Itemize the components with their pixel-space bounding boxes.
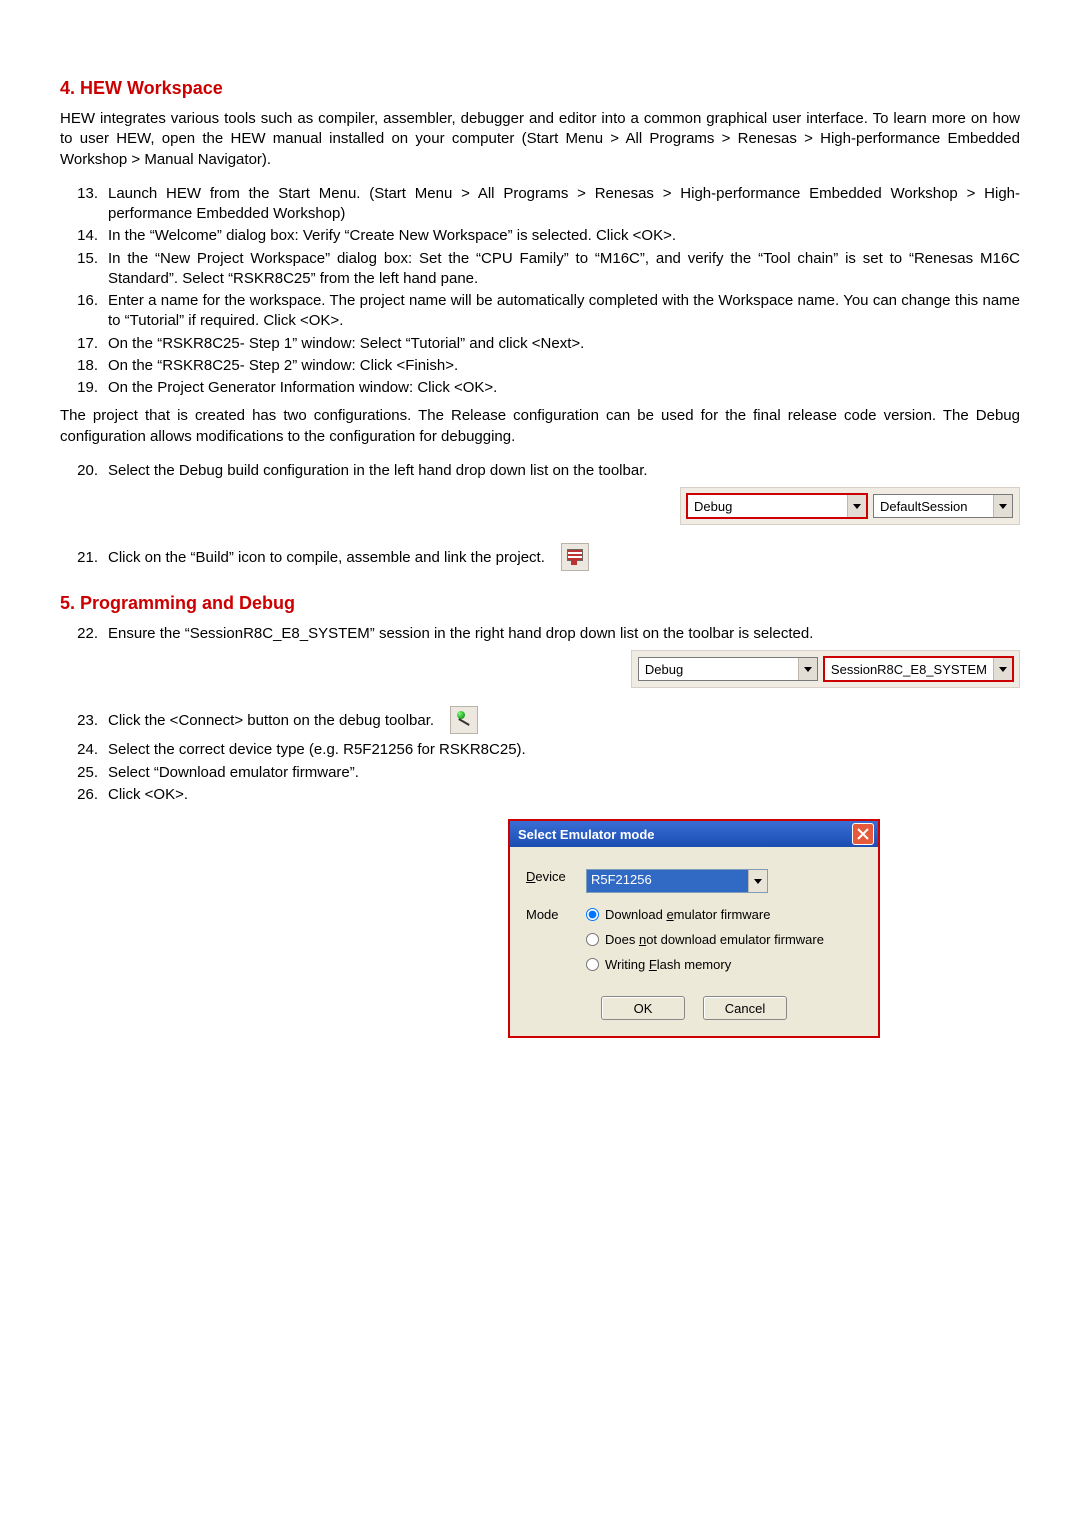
step-number: 16. — [60, 291, 108, 332]
section4-steps-list: 13.Launch HEW from the Start Menu. (Star… — [60, 184, 1020, 399]
radio-no-download[interactable] — [586, 933, 599, 946]
step-text: Click the <Connect> button on the debug … — [108, 712, 434, 729]
session-dropdown[interactable]: DefaultSession — [873, 494, 1013, 518]
step-number: 14. — [60, 226, 108, 246]
ok-button[interactable]: OK — [601, 996, 685, 1020]
list-item: 16.Enter a name for the workspace. The p… — [60, 291, 1020, 332]
device-label: Device — [526, 869, 586, 893]
session-dropdown[interactable]: SessionR8C_E8_SYSTEM — [824, 657, 1013, 681]
cancel-button[interactable]: Cancel — [703, 996, 787, 1020]
list-item: 13.Launch HEW from the Start Menu. (Star… — [60, 184, 1020, 225]
radio-download[interactable] — [586, 908, 599, 921]
section4-intro: HEW integrates various tools such as com… — [60, 109, 1020, 170]
step22-wrap: 22. Ensure the “SessionR8C_E8_SYSTEM” se… — [60, 624, 1020, 644]
step-text: Select “Download emulator firmware”. — [108, 763, 1020, 783]
step23: 23. Click the <Connect> button on the de… — [60, 712, 434, 729]
step-text: Enter a name for the workspace. The proj… — [108, 291, 1020, 332]
list-item: 19.On the Project Generator Information … — [60, 378, 1020, 398]
list-item: 15.In the “New Project Workspace” dialog… — [60, 249, 1020, 290]
step-number: 20. — [60, 461, 108, 481]
toolbar-session-dropdowns: Debug SessionR8C_E8_SYSTEM — [631, 650, 1020, 688]
step-text: On the “RSKR8C25- Step 2” window: Click … — [108, 356, 1020, 376]
dialog-titlebar: Select Emulator mode — [510, 821, 878, 847]
section5-steps-list: 24.Select the correct device type (e.g. … — [60, 740, 1020, 805]
step-text: In the “New Project Workspace” dialog bo… — [108, 249, 1020, 290]
step-text: On the Project Generator Information win… — [108, 378, 1020, 398]
list-item: 17.On the “RSKR8C25- Step 1” window: Sel… — [60, 334, 1020, 354]
step-text: Ensure the “SessionR8C_E8_SYSTEM” sessio… — [108, 624, 1020, 644]
step-number: 19. — [60, 378, 108, 398]
chevron-down-icon — [993, 658, 1012, 680]
build-icon[interactable] — [561, 543, 589, 571]
list-item: 25.Select “Download emulator firmware”. — [60, 763, 1020, 783]
step-number: 21. — [60, 549, 108, 566]
list-item: 14.In the “Welcome” dialog box: Verify “… — [60, 226, 1020, 246]
list-item: 18.On the “RSKR8C25- Step 2” window: Cli… — [60, 356, 1020, 376]
chevron-down-icon — [993, 495, 1012, 517]
step-number: 17. — [60, 334, 108, 354]
connect-icon[interactable] — [450, 706, 478, 734]
toolbar-config-dropdowns: Debug DefaultSession — [680, 487, 1020, 525]
step-text: In the “Welcome” dialog box: Verify “Cre… — [108, 226, 1020, 246]
mode-label: Mode — [526, 907, 586, 982]
section5-heading: 5. Programming and Debug — [60, 593, 1020, 614]
radio-flash[interactable] — [586, 958, 599, 971]
step21: 21. Click on the “Build” icon to compile… — [60, 549, 545, 566]
mode-option-flash[interactable]: Writing Flash memory — [586, 957, 862, 972]
step-text: On the “RSKR8C25- Step 1” window: Select… — [108, 334, 1020, 354]
list-item: 26.Click <OK>. — [60, 785, 1020, 805]
step-number: 26. — [60, 785, 108, 805]
step-number: 18. — [60, 356, 108, 376]
emulator-mode-dialog: Select Emulator mode Device R5F21256 Mod… — [508, 819, 880, 1038]
chevron-down-icon — [798, 658, 817, 680]
build-config-dropdown[interactable]: Debug — [638, 657, 818, 681]
chevron-down-icon — [748, 870, 767, 892]
dialog-title: Select Emulator mode — [518, 827, 852, 842]
step-number: 22. — [60, 624, 108, 644]
mode-option-download[interactable]: Download emulator firmware — [586, 907, 862, 922]
step-number: 24. — [60, 740, 108, 760]
mode-option-no-download[interactable]: Does not download emulator firmware — [586, 932, 862, 947]
step-number: 15. — [60, 249, 108, 290]
list-item: 24.Select the correct device type (e.g. … — [60, 740, 1020, 760]
step-number: 25. — [60, 763, 108, 783]
step-number: 13. — [60, 184, 108, 225]
section4-heading: 4. HEW Workspace — [60, 78, 1020, 99]
step-text: Click on the “Build” icon to compile, as… — [108, 549, 545, 566]
step-text: Select the correct device type (e.g. R5F… — [108, 740, 1020, 760]
chevron-down-icon — [847, 495, 866, 517]
section4-midtext: The project that is created has two conf… — [60, 406, 1020, 447]
step-text: Click <OK>. — [108, 785, 1020, 805]
step20-wrap: 20. Select the Debug build configuration… — [60, 461, 1020, 481]
build-config-dropdown[interactable]: Debug — [687, 494, 867, 518]
step-number: 23. — [60, 712, 108, 729]
device-dropdown[interactable]: R5F21256 — [586, 869, 768, 893]
close-icon[interactable] — [852, 823, 874, 845]
step-text: Select the Debug build configuration in … — [108, 461, 1020, 481]
step-text: Launch HEW from the Start Menu. (Start M… — [108, 184, 1020, 225]
